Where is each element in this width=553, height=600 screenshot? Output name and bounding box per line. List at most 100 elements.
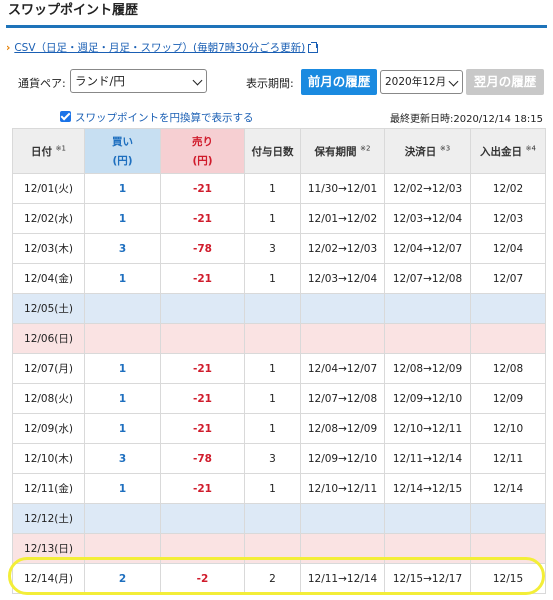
- table-row: 12/09(水) 1 -21 1 12/08→12/09 12/10→12/11 12/10: [12, 413, 546, 444]
- table-row: 12/05(土): [12, 293, 546, 324]
- cell-days: 1: [244, 413, 301, 444]
- cell-date: 12/11(金): [12, 473, 85, 504]
- prev-month-button[interactable]: 前月の履歴: [301, 69, 377, 95]
- cell-sell: -21: [160, 203, 245, 234]
- cell-cash-date: 12/09: [470, 383, 546, 414]
- header-buy: 買い (円): [84, 128, 161, 174]
- header-date: 日付 ※1: [12, 128, 85, 174]
- cell-hold-period: [300, 503, 385, 534]
- cell-date: 12/14(月): [12, 563, 85, 594]
- cell-date: 12/13(日): [12, 533, 85, 564]
- cell-date: 12/01(火): [12, 173, 85, 204]
- cell-cash-date: 12/02: [470, 173, 546, 204]
- header-settle-date: 決済日 ※3: [384, 128, 471, 174]
- cell-sell: -21: [160, 413, 245, 444]
- cell-days: 3: [244, 443, 301, 474]
- cell-hold-period: [300, 293, 385, 324]
- cell-days: 1: [244, 353, 301, 384]
- table-row: 12/13(日): [12, 533, 546, 564]
- cell-hold-period: 12/10→12/11: [300, 473, 385, 504]
- cell-sell: [160, 293, 245, 324]
- cell-cash-date: [470, 503, 546, 534]
- yen-conversion-checkbox[interactable]: [60, 111, 71, 122]
- cell-settle-date: 12/02→12/03: [384, 173, 471, 204]
- yen-conversion-label[interactable]: スワップポイントを円換算で表示する: [75, 110, 254, 125]
- cell-buy: 1: [84, 413, 161, 444]
- cell-days: 1: [244, 173, 301, 204]
- cell-cash-date: 12/15: [470, 563, 546, 594]
- cell-date: 12/12(土): [12, 503, 85, 534]
- cell-date: 12/06(日): [12, 323, 85, 354]
- cell-sell: -21: [160, 353, 245, 384]
- table-row: 12/06(日): [12, 323, 546, 354]
- cell-hold-period: [300, 323, 385, 354]
- cell-settle-date: 12/15→12/17: [384, 563, 471, 594]
- table-row: 12/04(金) 1 -21 1 12/03→12/04 12/07→12/08 12/07: [12, 263, 546, 294]
- csv-download-link[interactable]: CSV（日足・週足・月足・スワップ）(毎朝7時30分ごろ更新): [14, 42, 305, 54]
- cell-cash-date: [470, 533, 546, 564]
- cell-settle-date: 12/09→12/10: [384, 383, 471, 414]
- cell-date: 12/05(土): [12, 293, 85, 324]
- cell-cash-date: [470, 323, 546, 354]
- cell-days: [244, 533, 301, 564]
- cell-buy: 1: [84, 383, 161, 414]
- cell-buy: [84, 323, 161, 354]
- cell-days: [244, 323, 301, 354]
- cell-settle-date: 12/14→12/15: [384, 473, 471, 504]
- cell-days: 3: [244, 233, 301, 264]
- cell-settle-date: 12/07→12/08: [384, 263, 471, 294]
- cell-buy: 1: [84, 473, 161, 504]
- cell-buy: [84, 503, 161, 534]
- chevron-down-icon: [448, 76, 459, 87]
- cell-buy: 2: [84, 563, 161, 594]
- table-row: 12/10(木) 3 -78 3 12/09→12/10 12/11→12/14 12/11: [12, 443, 546, 474]
- cell-cash-date: 12/04: [470, 233, 546, 264]
- cell-settle-date: 12/08→12/09: [384, 353, 471, 384]
- cell-buy: 1: [84, 203, 161, 234]
- table-row: 12/11(金) 1 -21 1 12/10→12/11 12/14→12/15 12/14: [12, 473, 546, 504]
- table-row: 12/14(月) 2 -2 2 12/11→12/14 12/15→12/17 12/15: [12, 563, 546, 594]
- cell-settle-date: [384, 533, 471, 564]
- month-value: 2020年12月: [385, 76, 447, 88]
- cell-cash-date: [470, 293, 546, 324]
- period-label: 表示期間:: [246, 77, 294, 90]
- cell-date: 12/04(金): [12, 263, 85, 294]
- cell-days: 1: [244, 263, 301, 294]
- cell-buy: [84, 533, 161, 564]
- cell-settle-date: 12/04→12/07: [384, 233, 471, 264]
- cell-buy: 3: [84, 443, 161, 474]
- filter-controls: 通貨ペア: ランド/円 表示期間: 前月の履歴 2020年12月 翌月の履歴: [0, 68, 553, 96]
- cell-hold-period: 11/30→12/01: [300, 173, 385, 204]
- chevron-right-icon: ›: [6, 42, 11, 54]
- cell-settle-date: 12/10→12/11: [384, 413, 471, 444]
- cell-hold-period: 12/02→12/03: [300, 233, 385, 264]
- cell-hold-period: 12/08→12/09: [300, 413, 385, 444]
- table-row: 12/03(木) 3 -78 3 12/02→12/03 12/04→12/07 12/04: [12, 233, 546, 264]
- cell-cash-date: 12/14: [470, 473, 546, 504]
- cell-cash-date: 12/03: [470, 203, 546, 234]
- cell-hold-period: [300, 533, 385, 564]
- currency-pair-select[interactable]: ランド/円: [70, 69, 207, 93]
- cell-sell: -21: [160, 473, 245, 504]
- cell-hold-period: 12/03→12/04: [300, 263, 385, 294]
- cell-settle-date: [384, 503, 471, 534]
- cell-date: 12/02(水): [12, 203, 85, 234]
- table-row: 12/02(水) 1 -21 1 12/01→12/02 12/03→12/04 12/03: [12, 203, 546, 234]
- page-title: スワップポイント履歴: [6, 0, 547, 28]
- next-month-button[interactable]: 翌月の履歴: [466, 69, 544, 95]
- cell-buy: 1: [84, 263, 161, 294]
- cell-sell: [160, 503, 245, 534]
- cell-date: 12/03(木): [12, 233, 85, 264]
- cell-date: 12/07(月): [12, 353, 85, 384]
- cell-hold-period: 12/04→12/07: [300, 353, 385, 384]
- currency-pair-label: 通貨ペア:: [18, 77, 66, 90]
- cell-hold-period: 12/09→12/10: [300, 443, 385, 474]
- cell-hold-period: 12/01→12/02: [300, 203, 385, 234]
- table-header-row: 日付 ※1 買い (円) 売り (円) 付与日数 保有期間 ※2 決済日 ※3 入出…: [12, 128, 546, 174]
- month-select[interactable]: 2020年12月: [380, 70, 463, 94]
- cell-date: 12/10(木): [12, 443, 85, 474]
- cell-settle-date: [384, 293, 471, 324]
- cell-days: 1: [244, 203, 301, 234]
- currency-pair-value: ランド/円: [75, 74, 125, 88]
- last-updated-text: 最終更新日時:2020/12/14 18:15: [389, 114, 543, 125]
